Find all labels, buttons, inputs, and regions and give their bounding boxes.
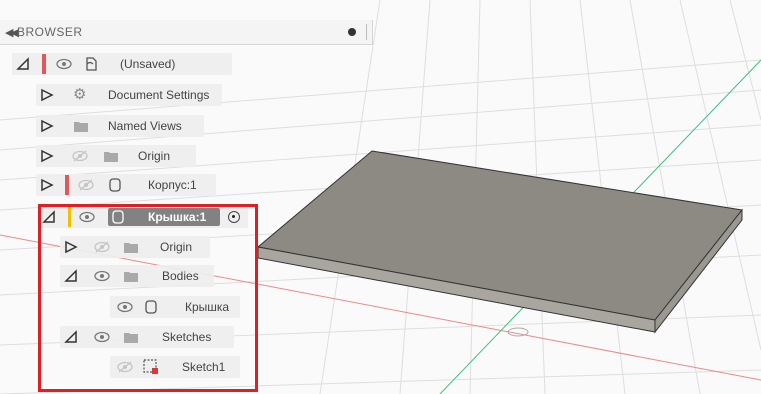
folder-icon <box>74 122 88 132</box>
eye-icon[interactable] <box>56 58 72 70</box>
expanded-triangle-icon[interactable] <box>16 57 30 71</box>
collapsed-triangle-icon[interactable] <box>40 178 54 192</box>
tree-row-root[interactable]: (Unsaved) <box>0 53 240 75</box>
collapsed-triangle-icon[interactable] <box>40 149 54 163</box>
red-marker <box>65 175 69 195</box>
browser-title: BROWSER <box>17 25 83 39</box>
tree-row-korpus[interactable]: Корпус:1 <box>0 174 240 196</box>
tree-row-origin[interactable]: Origin <box>0 145 240 167</box>
eye-hidden-icon[interactable] <box>72 150 88 162</box>
collapsed-triangle-icon[interactable] <box>40 119 54 133</box>
red-marker <box>42 54 46 74</box>
tree-row-document-settings[interactable]: ⚙ Document Settings <box>0 84 240 106</box>
highlight-box <box>38 204 258 392</box>
body-icon <box>109 178 121 192</box>
gear-icon: ⚙ <box>73 86 87 103</box>
eye-hidden-icon[interactable] <box>78 179 94 191</box>
browser-header: ◀◀ BROWSER <box>0 20 373 45</box>
pin-dot-icon[interactable] <box>348 28 356 36</box>
tree-label-document-settings: Document Settings <box>108 88 210 102</box>
tree-row-named-views[interactable]: Named Views <box>0 115 240 137</box>
plate-body[interactable] <box>256 150 743 334</box>
tree-label-origin: Origin <box>138 149 171 163</box>
resize-handle[interactable] <box>366 24 367 40</box>
collapsed-triangle-icon[interactable] <box>40 88 54 102</box>
tree-label-named-views: Named Views <box>108 119 182 133</box>
component-icon <box>86 57 97 71</box>
folder-icon <box>104 152 118 162</box>
tree-label-korpus: Корпус:1 <box>148 178 197 192</box>
double-chevron-left-icon[interactable]: ◀◀ <box>5 26 19 39</box>
tree-label-root: (Unsaved) <box>120 57 176 71</box>
